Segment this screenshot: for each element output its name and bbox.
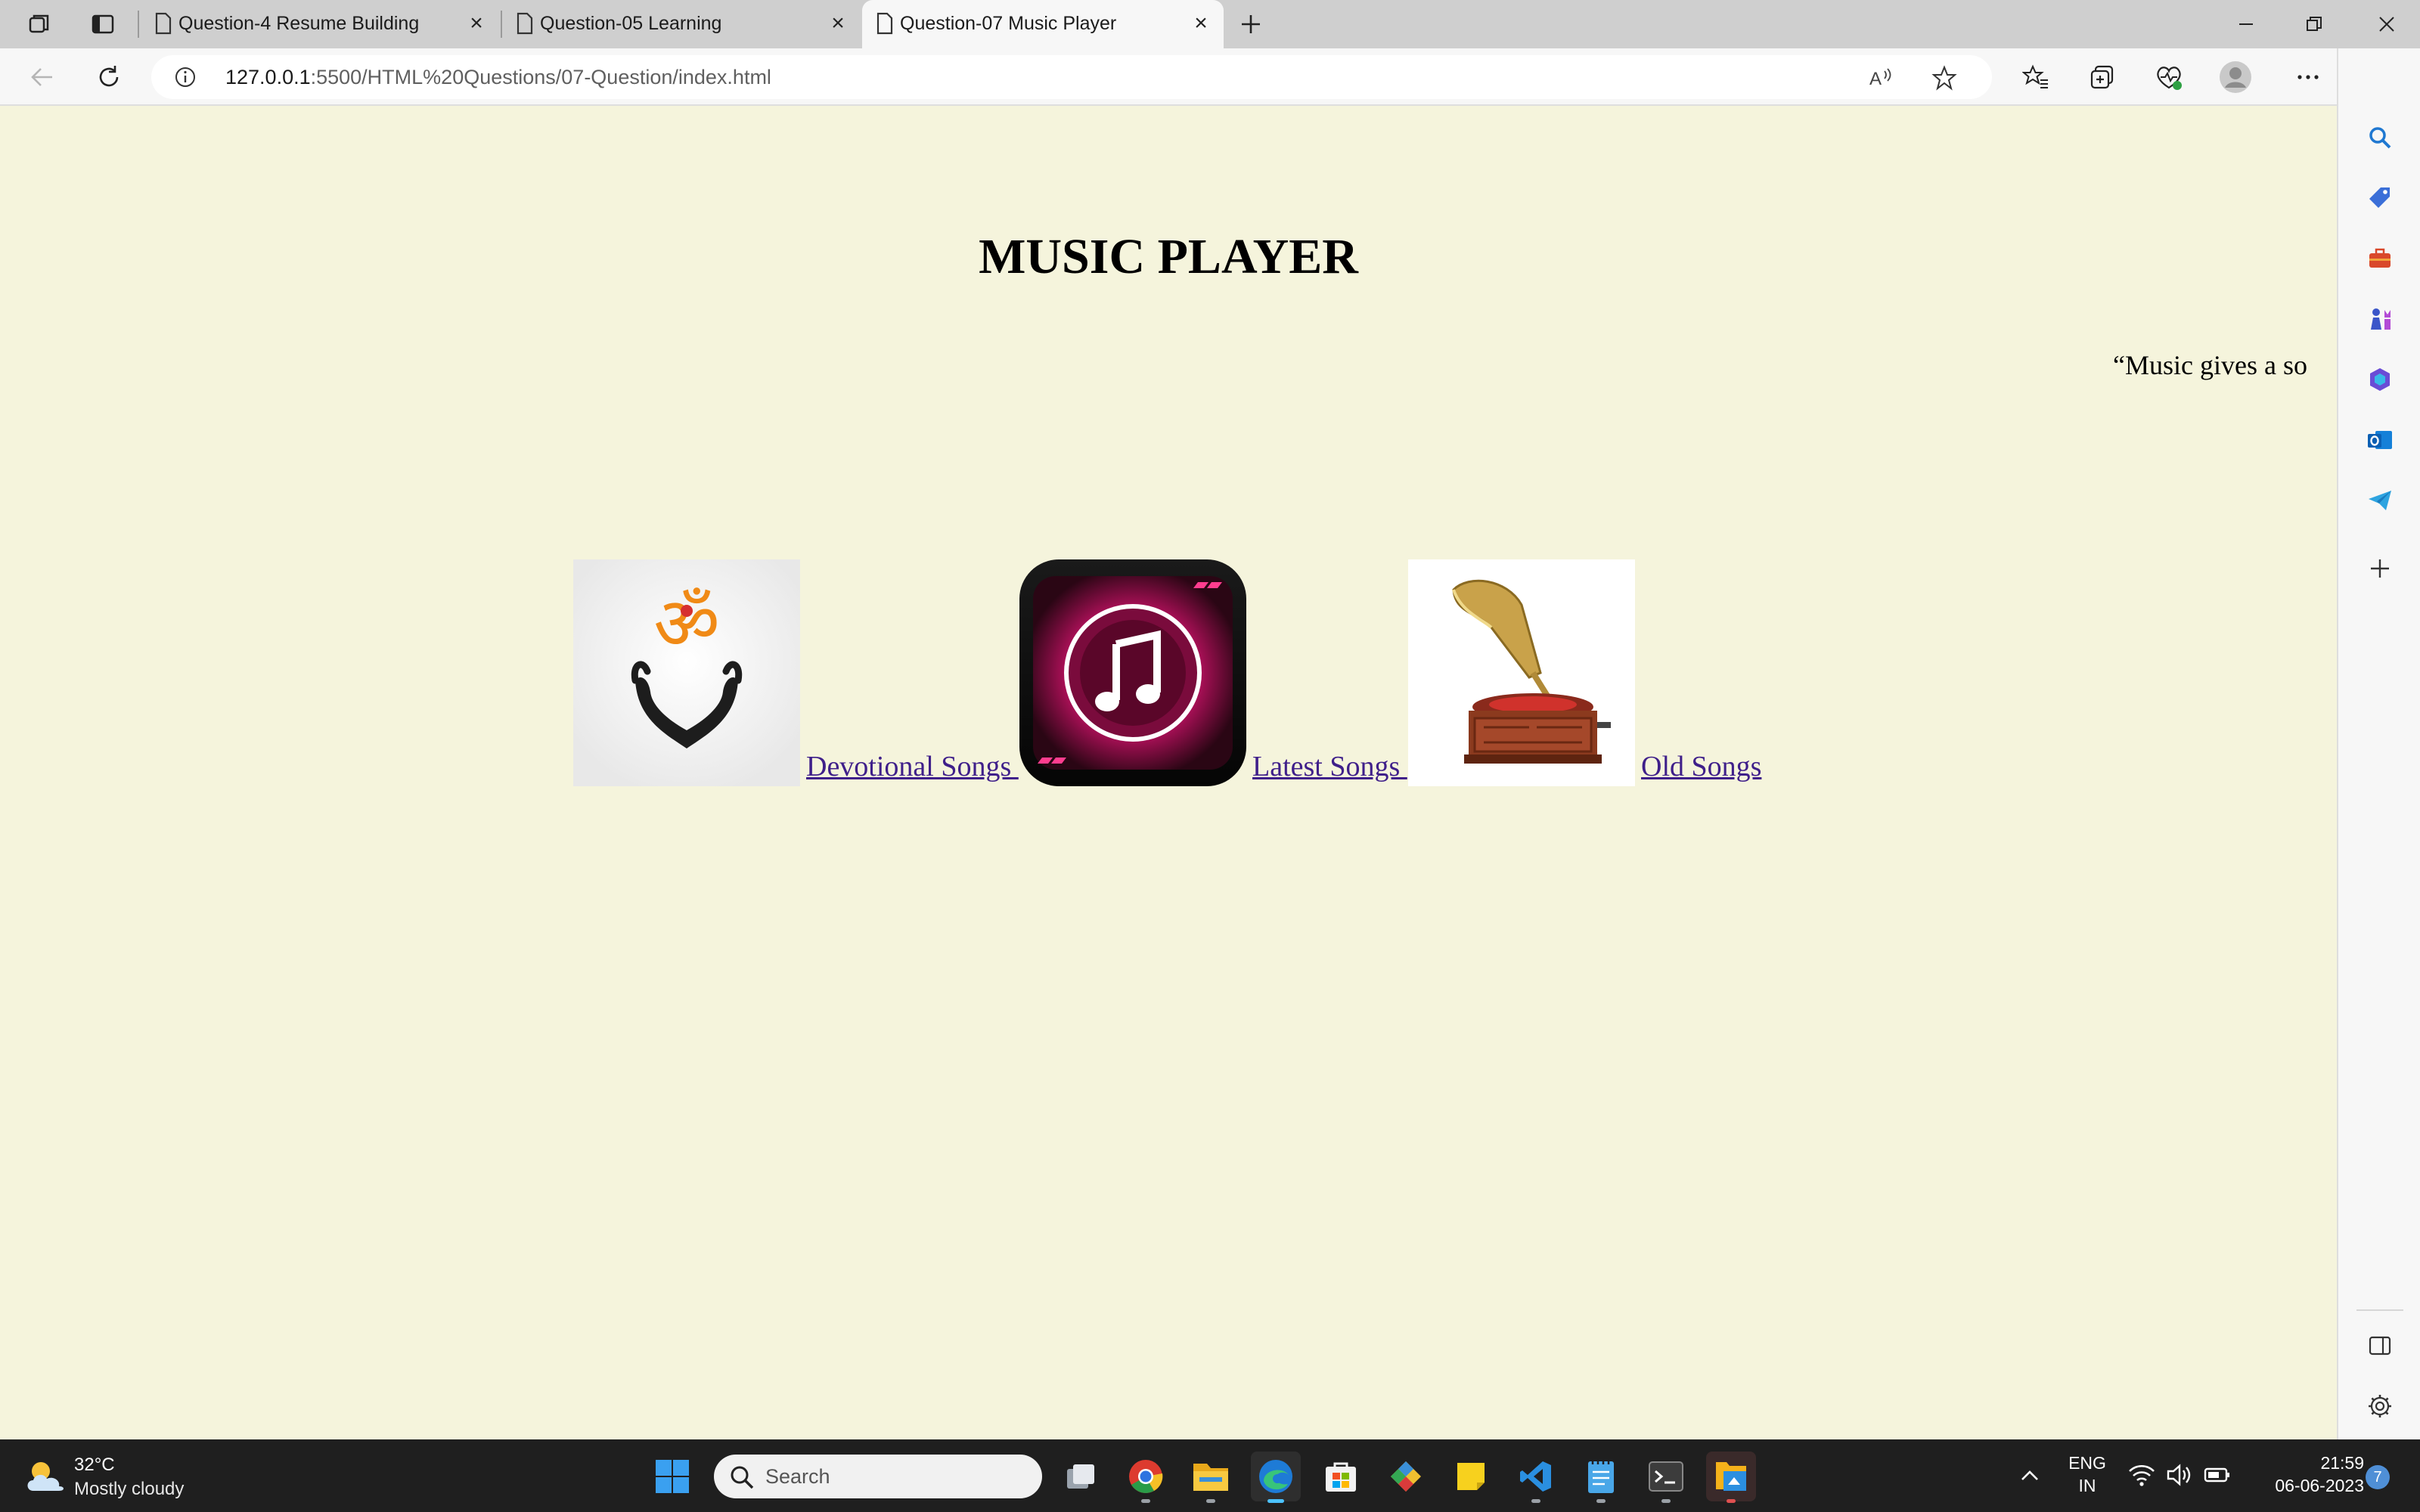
page-icon <box>155 12 172 35</box>
sidebar-divider <box>2356 1309 2403 1311</box>
tab-separator <box>138 11 139 38</box>
close-window-icon[interactable] <box>2353 0 2420 48</box>
clock[interactable]: 21:59 06-06-2023 <box>2251 1452 2364 1497</box>
input-language[interactable]: ENG IN <box>2063 1452 2111 1497</box>
terminal-icon[interactable] <box>1641 1452 1691 1503</box>
gramophone-image[interactable] <box>1408 559 1635 786</box>
taskbar-search-label: Search <box>765 1465 830 1488</box>
games-icon[interactable] <box>2362 301 2398 337</box>
wifi-icon[interactable] <box>2128 1462 2155 1492</box>
sidebar-settings-icon[interactable] <box>2362 1388 2398 1424</box>
page-content: MUSIC PLAYER “Music gives a so ॐ Devotio… <box>0 107 2337 1439</box>
file-manager-icon[interactable] <box>1706 1452 1756 1503</box>
weather-temperature: 32°C <box>74 1455 115 1475</box>
read-aloud-icon[interactable]: A <box>1868 65 1894 91</box>
windows-logo-icon <box>656 1460 689 1493</box>
close-tab-icon[interactable]: × <box>463 11 490 38</box>
collections-icon[interactable] <box>2084 59 2121 95</box>
running-indicator <box>1206 1499 1215 1503</box>
tools-icon[interactable] <box>2362 240 2398 277</box>
language-code: ENG <box>2068 1453 2106 1473</box>
minimize-icon[interactable] <box>2213 0 2279 48</box>
weather-condition: Mostly cloudy <box>74 1479 185 1499</box>
tab-music-player[interactable]: Question-07 Music Player × <box>862 0 1224 48</box>
page-title: MUSIC PLAYER <box>979 229 1358 284</box>
tab-resume-building[interactable]: Question-4 Resume Building × <box>141 0 499 48</box>
favorite-star-icon[interactable] <box>1931 65 1957 91</box>
vscode-icon[interactable] <box>1511 1452 1561 1503</box>
vertical-tabs-icon[interactable] <box>86 9 119 39</box>
running-indicator <box>1727 1499 1736 1503</box>
url-host: 127.0.0.1 <box>225 66 311 88</box>
back-icon[interactable] <box>23 59 62 95</box>
running-indicator <box>1531 1499 1540 1503</box>
om-hands-image[interactable]: ॐ <box>573 559 800 786</box>
microsoft-365-icon[interactable] <box>2362 361 2398 398</box>
latest-songs-link[interactable]: Latest Songs <box>1252 750 1407 783</box>
tab-title: Question-07 Music Player <box>900 13 1117 34</box>
site-info-icon[interactable] <box>174 66 197 88</box>
start-button[interactable] <box>647 1452 697 1501</box>
url-text: 127.0.0.1:5500/HTML%20Questions/07-Quest… <box>225 55 771 99</box>
region-code: IN <box>2078 1476 2096 1495</box>
settings-more-icon[interactable] <box>2290 59 2326 95</box>
svg-text:A: A <box>1869 69 1882 89</box>
notepad-icon[interactable] <box>1576 1452 1626 1503</box>
battery-icon[interactable] <box>2204 1462 2231 1492</box>
tab-title: Question-4 Resume Building <box>178 13 420 34</box>
browser-toolbar: 127.0.0.1:5500/HTML%20Questions/07-Quest… <box>0 48 2420 106</box>
close-tab-icon[interactable]: × <box>1187 11 1215 38</box>
show-hidden-icons-chevron-icon[interactable] <box>2016 1462 2043 1489</box>
page-icon <box>876 12 893 35</box>
hide-sidebar-icon[interactable] <box>2362 1328 2398 1364</box>
address-bar[interactable]: 127.0.0.1:5500/HTML%20Questions/07-Quest… <box>151 55 1992 99</box>
search-icon <box>731 1466 754 1489</box>
active-indicator <box>1267 1499 1284 1503</box>
volume-icon[interactable] <box>2166 1462 2193 1492</box>
page-icon <box>517 12 533 35</box>
favorites-icon[interactable] <box>2018 59 2054 95</box>
refresh-icon[interactable] <box>89 59 129 95</box>
svg-text:ॐ: ॐ <box>653 581 720 666</box>
workspaces-icon[interactable] <box>23 9 56 39</box>
microsoft-store-icon[interactable] <box>1316 1452 1366 1501</box>
telegram-send-icon[interactable] <box>2362 482 2398 519</box>
running-indicator <box>1141 1499 1150 1503</box>
cloudy-weather-icon <box>27 1462 64 1491</box>
notification-badge[interactable]: 7 <box>2366 1465 2390 1489</box>
task-view-icon[interactable] <box>1056 1452 1106 1501</box>
clock-time: 21:59 <box>2320 1453 2364 1473</box>
url-path: :5500/HTML%20Questions/07-Question/index… <box>310 66 771 88</box>
edge-icon[interactable] <box>1251 1452 1301 1503</box>
sticky-notes-icon[interactable] <box>1446 1452 1496 1501</box>
new-tab-icon[interactable] <box>1234 9 1267 39</box>
snipping-app-icon[interactable] <box>1381 1452 1431 1501</box>
browser-essentials-icon[interactable] <box>2151 59 2187 95</box>
clock-date: 06-06-2023 <box>2275 1476 2364 1495</box>
close-tab-icon[interactable]: × <box>824 11 852 38</box>
devotional-songs-link[interactable]: Devotional Songs <box>806 750 1019 783</box>
add-sidebar-app-icon[interactable] <box>2362 550 2398 587</box>
windows-taskbar: 32°C Mostly cloudy Search ENG IN 21:59 0… <box>0 1439 2420 1512</box>
tab-title: Question-05 Learning <box>540 13 722 34</box>
outlook-icon[interactable] <box>2362 422 2398 458</box>
edge-sidebar <box>2337 48 2420 1439</box>
chrome-icon[interactable] <box>1121 1452 1171 1503</box>
tab-strip: Question-4 Resume Building × Question-05… <box>0 0 2420 48</box>
running-indicator <box>1596 1499 1606 1503</box>
scrolling-quote: “Music gives a so <box>2113 350 2307 380</box>
restore-icon[interactable] <box>2281 0 2347 48</box>
taskbar-search[interactable]: Search <box>714 1455 1042 1498</box>
profile-avatar[interactable] <box>2217 59 2254 95</box>
file-explorer-icon[interactable] <box>1186 1452 1236 1503</box>
shopping-tag-icon[interactable] <box>2362 180 2398 216</box>
old-songs-link[interactable]: Old Songs <box>1641 750 1761 783</box>
running-indicator <box>1661 1499 1671 1503</box>
weather-widget[interactable]: 32°C Mostly cloudy <box>23 1450 219 1503</box>
search-icon[interactable] <box>2362 119 2398 156</box>
music-note-app-image[interactable] <box>1019 559 1246 786</box>
tab-learning[interactable]: Question-05 Learning × <box>502 0 861 48</box>
